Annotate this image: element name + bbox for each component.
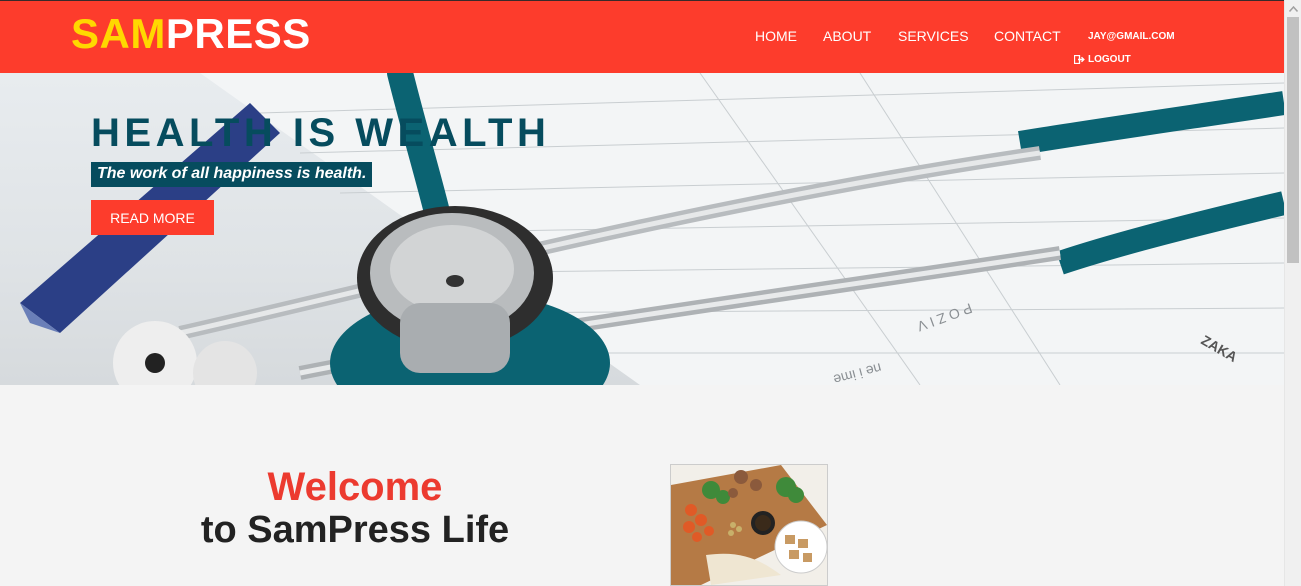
read-more-button[interactable]: READ MORE	[91, 200, 214, 235]
nav-services-link[interactable]: SERVICES	[898, 28, 969, 44]
navbar: SAMPRESS HOME ABOUT SERVICES CONTACT JAY…	[0, 1, 1284, 73]
hero-subtitle: The work of all happiness is health.	[91, 162, 373, 187]
logout-label: LOGOUT	[1088, 54, 1131, 65]
food-image	[670, 464, 828, 586]
vertical-scrollbar[interactable]	[1284, 0, 1301, 586]
scroll-up-arrow-icon[interactable]	[1285, 0, 1301, 17]
welcome-heading: Welcome	[267, 465, 443, 509]
nav-contact-link[interactable]: CONTACT	[994, 28, 1061, 44]
logout-icon	[1074, 55, 1085, 64]
nav-about-link[interactable]: ABOUT	[823, 28, 871, 44]
logout-button[interactable]: LOGOUT	[1074, 54, 1131, 65]
hero-title: HEALTH IS WEALTH	[91, 111, 551, 155]
scrollbar-thumb[interactable]	[1287, 17, 1299, 263]
brand-logo-part2: PRESS	[165, 10, 311, 57]
brand-logo-part1: SAM	[71, 10, 166, 57]
nav-home-link[interactable]: HOME	[755, 28, 797, 44]
user-email-link[interactable]: JAY@GMAIL.COM	[1088, 31, 1175, 42]
hero-banner: P O Z I V ne i ime ZAKA HEALTH IS WEALTH…	[0, 73, 1284, 385]
brand-logo[interactable]: SAMPRESS	[71, 11, 311, 57]
welcome-subheading: to SamPress Life	[200, 509, 510, 551]
